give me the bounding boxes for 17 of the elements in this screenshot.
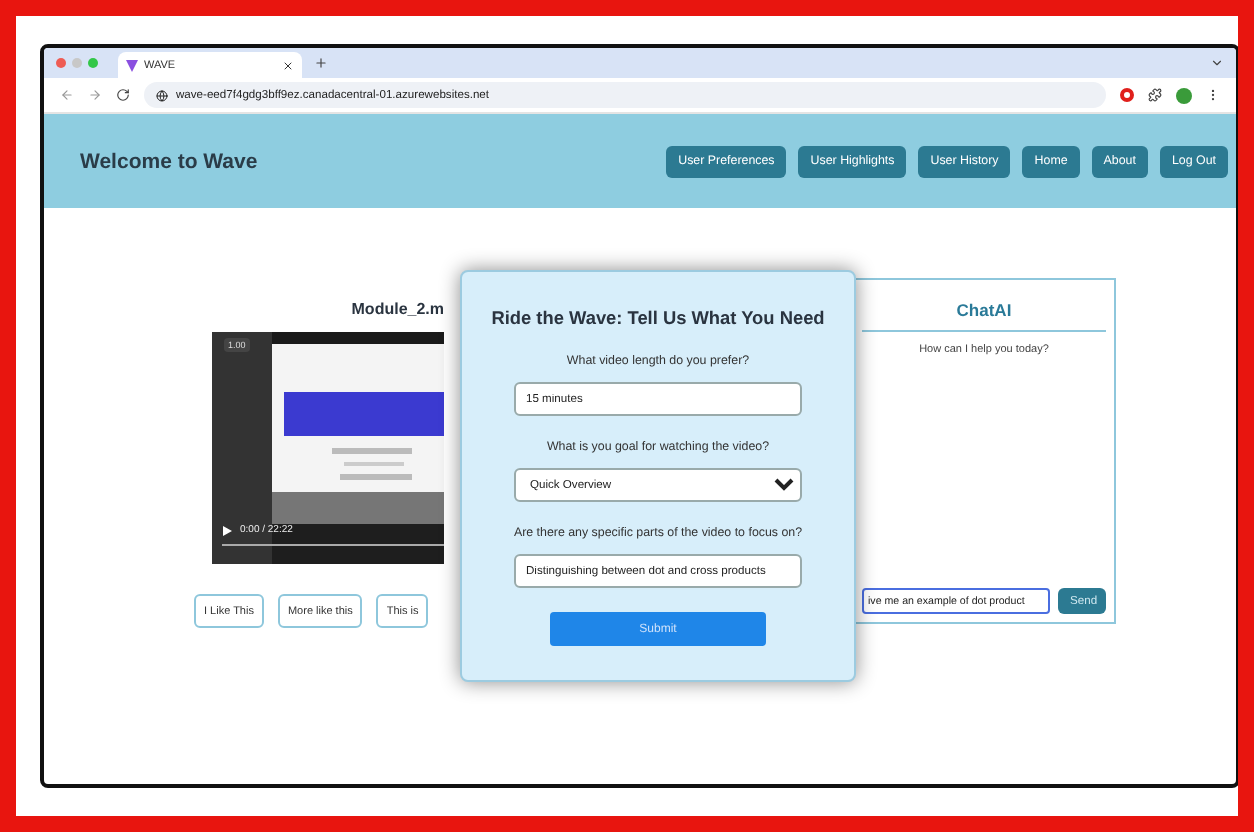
close-icon[interactable] [282,59,294,71]
menu-icon[interactable] [1206,88,1220,102]
new-tab-icon[interactable] [314,56,328,70]
wave-logo-icon [126,59,138,71]
profile-icon[interactable] [1176,87,1192,103]
ring-icon[interactable] [1120,88,1134,102]
tab-list-icon[interactable] [1210,56,1224,70]
forward-icon[interactable] [88,88,102,102]
reload-icon[interactable] [116,88,130,102]
play-icon[interactable] [222,525,232,535]
app-title: Welcome to Wave [80,149,260,173]
back-icon[interactable] [60,88,74,102]
dialog-title: Ride the Wave: Tell Us What You Need [491,308,825,328]
extensions-icon[interactable] [1148,88,1162,102]
site-info-icon[interactable] [156,89,168,101]
chat-title: ChatAI [862,288,1106,332]
video-title: Module_2.m [349,300,444,322]
